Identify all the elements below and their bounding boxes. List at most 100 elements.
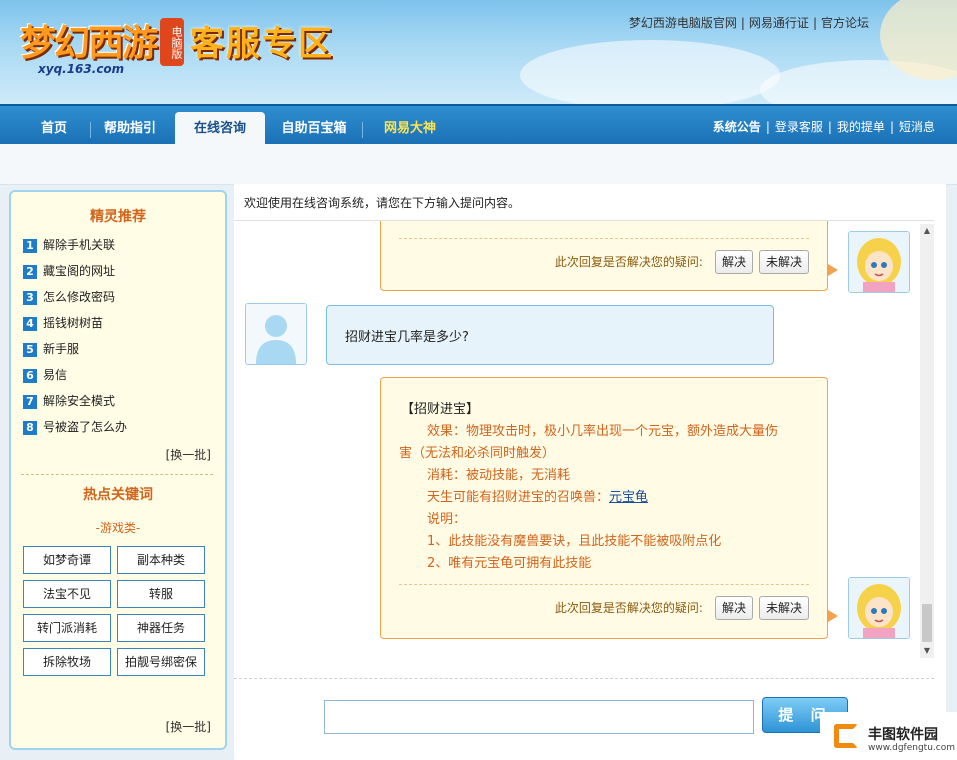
site-header: 梦幻西游 电脑版 xyq.163.com 客服专区 梦幻西游电脑版官网 | 网易通行…	[0, 0, 957, 104]
keyword-button[interactable]: 转门派消耗	[23, 614, 111, 642]
resolve-prompt: 此次回复是否解决您的疑问: 解决 未解决	[555, 250, 809, 274]
chat-scrollbar[interactable]: ▲ ▼	[920, 224, 934, 658]
site-title: 客服专区	[190, 24, 334, 64]
keyword-button[interactable]: 副本种类	[117, 546, 205, 574]
recommend-list: 1 解除手机关联 2 藏宝阁的网址 3 怎么修改密码 4 摇钱树树苗 5 新手服 6 易信 …	[23, 232, 218, 440]
list-item[interactable]: 8 号被盗了怎么办	[23, 414, 218, 440]
divider	[90, 122, 91, 138]
list-item-label: 怎么修改密码	[43, 290, 116, 304]
divider	[362, 122, 363, 138]
chat-history[interactable]: 此次回复是否解决您的疑问: 解决 未解决 招财进宝几率是多少? 【招财进宝】 效…	[234, 220, 934, 657]
keyword-button[interactable]: 如梦奇谭	[23, 546, 111, 574]
resolved-button[interactable]: 解决	[714, 596, 753, 620]
keyword-button[interactable]: 神器任务	[117, 614, 205, 642]
answer-note-2: 2、唯有元宝龟可拥有此技能	[427, 556, 592, 571]
list-item-label: 摇钱树树苗	[43, 316, 104, 330]
tab-self-service[interactable]: 自助百宝箱	[274, 112, 354, 146]
refresh-recommend-link[interactable]: [换一批]	[166, 446, 211, 463]
resolved-button[interactable]: 解决	[714, 250, 753, 274]
link-messages[interactable]: 短消息	[899, 120, 935, 134]
list-item-label: 新手服	[43, 342, 80, 356]
number-badge: 2	[23, 264, 37, 279]
watermark-url: www.dgfengtu.com	[868, 743, 955, 753]
sub-bar	[0, 144, 957, 185]
top-link-forum[interactable]: 官方论坛	[821, 16, 869, 30]
divider: |	[889, 120, 894, 134]
list-item[interactable]: 3 怎么修改密码	[23, 284, 218, 310]
nav-right-links: 系统公告 | 登录客服 | 我的提单 | 短消息	[713, 118, 935, 135]
service-avatar	[848, 231, 910, 293]
top-link-official-site[interactable]: 梦幻西游电脑版官网	[629, 16, 737, 30]
link-system-notice[interactable]: 系统公告	[713, 120, 761, 134]
chat-panel: 欢迎使用在线咨询系统，请您在下方输入提问内容。 此次回复是否解决您的疑问: 解决未…	[234, 184, 946, 760]
answer-title: 【招财进宝】	[401, 402, 480, 417]
sidebar: 精灵推荐 1 解除手机关联 2 藏宝阁的网址 3 怎么修改密码 4 摇钱树树苗 5 新手服…	[9, 190, 227, 750]
list-item[interactable]: 4 摇钱树树苗	[23, 310, 218, 336]
list-item[interactable]: 5 新手服	[23, 336, 218, 362]
recommend-title: 精灵推荐	[90, 209, 146, 225]
list-item-label: 解除手机关联	[43, 238, 116, 252]
logo-url: xyq.163.com	[38, 62, 125, 76]
user-question-text: 招财进宝几率是多少?	[345, 330, 469, 345]
answer-effect: 效果：物理攻击时，极小几率出现一个元宝，额外造成大量伤	[427, 424, 779, 439]
tab-netease-dashen[interactable]: 网易大神	[372, 112, 448, 146]
list-item-label: 解除安全模式	[43, 394, 116, 408]
pet-link[interactable]: 元宝龟	[609, 490, 648, 505]
welcome-text: 欢迎使用在线咨询系统，请您在下方输入提问内容。	[244, 196, 521, 210]
list-item-label: 藏宝阁的网址	[43, 264, 116, 278]
keyword-button[interactable]: 转服	[117, 580, 205, 608]
divider: |	[740, 16, 745, 30]
answer-pet-prefix: 天生可能有招财进宝的召唤兽：	[427, 490, 610, 505]
user-silhouette-icon	[246, 304, 306, 364]
list-item-label: 易信	[43, 368, 68, 382]
logo-text: 梦幻西游	[20, 22, 158, 64]
unresolved-button[interactable]: 未解决	[758, 596, 809, 620]
answer-bubble: 【招财进宝】 效果：物理攻击时，极小几率出现一个元宝，额外造成大量伤 害（无法和…	[380, 377, 838, 639]
divider	[399, 584, 809, 585]
keyword-category: -游戏类-	[95, 521, 141, 535]
logo-badge: 电脑版	[160, 18, 184, 66]
number-badge: 3	[23, 290, 37, 305]
list-item-label: 号被盗了怎么办	[43, 420, 128, 434]
list-item[interactable]: 7 解除安全模式	[23, 388, 218, 414]
keyword-button[interactable]: 拆除牧场	[23, 648, 111, 676]
service-avatar	[848, 577, 910, 639]
question-input[interactable]	[324, 700, 754, 734]
keyword-button[interactable]: 法宝不见	[23, 580, 111, 608]
answer-pet: 天生可能有招财进宝的召唤兽：元宝龟	[427, 486, 648, 505]
girl-avatar-icon	[849, 232, 909, 292]
scrollbar-thumb[interactable]	[922, 604, 932, 642]
question-bubble: 招财进宝几率是多少?	[326, 305, 774, 365]
link-my-tickets[interactable]: 我的提单	[837, 120, 885, 134]
keyword-button[interactable]: 拍靓号绑密保	[117, 648, 205, 676]
number-badge: 8	[23, 420, 37, 435]
game-logo[interactable]: 梦幻西游 电脑版 xyq.163.com	[8, 6, 186, 76]
list-item[interactable]: 1 解除手机关联	[23, 232, 218, 258]
resolve-prompt: 此次回复是否解决您的疑问: 解决 未解决	[555, 596, 809, 620]
unresolved-button[interactable]: 未解决	[758, 250, 809, 274]
tab-home[interactable]: 首页	[28, 112, 80, 146]
tab-help-guide[interactable]: 帮助指引	[96, 112, 164, 146]
user-avatar	[245, 303, 307, 365]
number-badge: 6	[23, 368, 37, 383]
list-item[interactable]: 2 藏宝阁的网址	[23, 258, 218, 284]
divider: |	[827, 120, 832, 134]
resolve-question: 此次回复是否解决您的疑问:	[554, 255, 703, 269]
scroll-up-icon[interactable]: ▲	[920, 224, 934, 238]
answer-effect-cont: 害（无法和必杀同时触发）	[399, 446, 556, 461]
scroll-down-icon[interactable]: ▼	[920, 644, 934, 658]
hot-keywords-title: 热点关键词	[83, 487, 153, 503]
list-item[interactable]: 6 易信	[23, 362, 218, 388]
watermark-name: 丰图软件园	[868, 727, 938, 743]
link-login-service[interactable]: 登录客服	[775, 120, 823, 134]
header-cloud	[520, 40, 780, 104]
top-link-passport[interactable]: 网易通行证	[749, 16, 809, 30]
divider: |	[765, 120, 770, 134]
watermark-logo-icon	[834, 724, 858, 748]
bubble-tail	[828, 264, 838, 276]
answer-cost: 消耗：被动技能，无消耗	[427, 468, 571, 483]
resolve-question: 此次回复是否解决您的疑问:	[554, 601, 703, 615]
refresh-keywords-link[interactable]: [换一批]	[166, 718, 211, 735]
tab-online-consult[interactable]: 在线咨询	[175, 112, 265, 146]
number-badge: 4	[23, 316, 37, 331]
